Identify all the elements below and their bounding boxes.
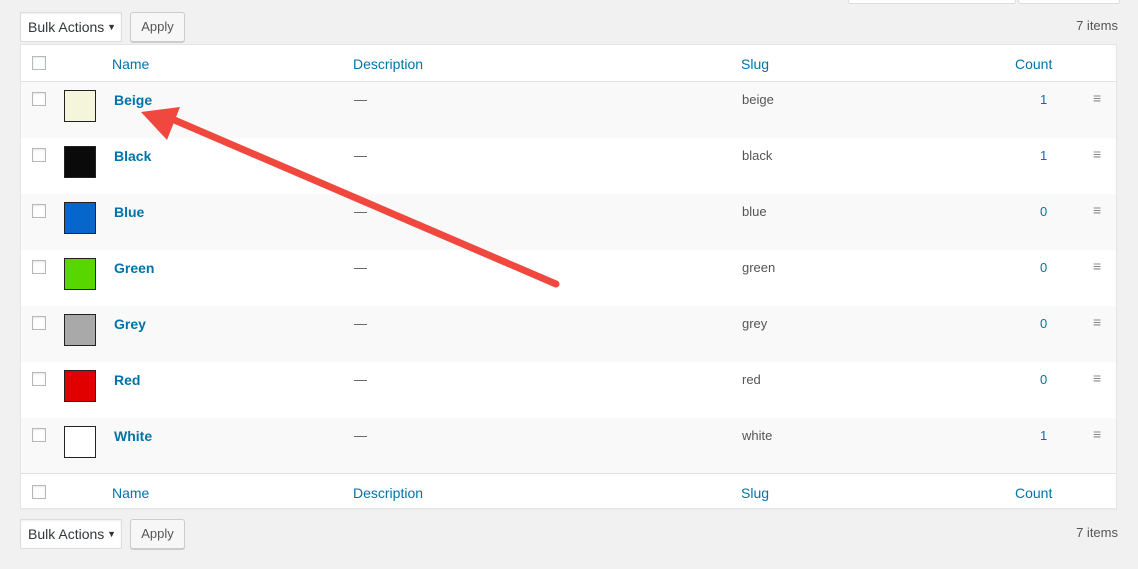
tablenav-top: Bulk Actions ▼ Apply 7 items (20, 12, 1118, 44)
select-all-checkbox-footer[interactable] (32, 485, 46, 499)
bulk-actions-label: Bulk Actions (28, 19, 105, 35)
column-header-slug[interactable]: Slug (741, 56, 769, 72)
term-slug: red (742, 372, 761, 387)
term-name-link[interactable]: Blue (114, 204, 144, 220)
term-description: — (354, 372, 367, 387)
table-footer: Name Description Slug Count (21, 473, 1116, 510)
hamburger-icon[interactable]: ≡ (1093, 258, 1101, 274)
row-checkbox[interactable] (32, 148, 46, 162)
term-count-link[interactable]: 1 (1040, 148, 1047, 163)
hamburger-icon[interactable]: ≡ (1093, 146, 1101, 162)
term-description: — (354, 148, 367, 163)
tablenav-bottom: Bulk Actions ▼ Apply 7 items (20, 519, 1118, 551)
term-description: — (354, 260, 367, 275)
term-count-link[interactable]: 1 (1040, 92, 1047, 107)
bulk-actions-label: Bulk Actions (28, 526, 105, 542)
term-slug: white (742, 428, 773, 443)
table-row: White — white 1 ≡ (21, 418, 1116, 474)
item-count: 7 items (1076, 18, 1118, 33)
term-count-link[interactable]: 0 (1040, 260, 1047, 275)
column-footer-slug[interactable]: Slug (741, 485, 769, 501)
caret-down-icon: ▼ (107, 22, 116, 32)
apply-button-bottom[interactable]: Apply (130, 519, 185, 549)
hamburger-icon[interactable]: ≡ (1093, 426, 1101, 442)
term-count-link[interactable]: 0 (1040, 316, 1047, 331)
term-name-link[interactable]: Red (114, 372, 140, 388)
top-partial-button (1018, 0, 1120, 4)
hamburger-icon[interactable]: ≡ (1093, 370, 1101, 386)
term-slug: grey (742, 316, 768, 331)
apply-button[interactable]: Apply (130, 12, 185, 42)
column-footer-name[interactable]: Name (112, 485, 149, 501)
table-row: Black — black 1 ≡ (21, 138, 1116, 194)
caret-down-icon: ▼ (107, 529, 116, 539)
hamburger-icon[interactable]: ≡ (1093, 314, 1101, 330)
table-row: Beige — beige 1 ≡ (21, 82, 1116, 138)
color-swatch (64, 90, 96, 122)
color-swatch (64, 426, 96, 458)
column-footer-description[interactable]: Description (353, 485, 423, 501)
hamburger-icon[interactable]: ≡ (1093, 202, 1101, 218)
color-swatch (64, 258, 96, 290)
row-checkbox[interactable] (32, 428, 46, 442)
column-footer-count[interactable]: Count (1015, 485, 1052, 501)
term-name-link[interactable]: Green (114, 260, 154, 276)
term-slug: beige (742, 92, 774, 107)
term-count-link[interactable]: 0 (1040, 372, 1047, 387)
term-description: — (354, 92, 367, 107)
term-description: — (354, 316, 367, 331)
table-header: Name Description Slug Count (21, 45, 1116, 82)
table-row: Blue — blue 0 ≡ (21, 194, 1116, 250)
select-all-checkbox[interactable] (32, 56, 46, 70)
term-description: — (354, 428, 367, 443)
table-row: Grey — grey 0 ≡ (21, 306, 1116, 362)
term-slug: blue (742, 204, 767, 219)
term-name-link[interactable]: White (114, 428, 152, 444)
terms-table: Name Description Slug Count Beige — beig… (20, 44, 1117, 509)
column-header-count[interactable]: Count (1015, 56, 1052, 72)
term-name-link[interactable]: Beige (114, 92, 152, 108)
color-swatch (64, 202, 96, 234)
color-swatch (64, 314, 96, 346)
term-count-link[interactable]: 0 (1040, 204, 1047, 219)
term-description: — (354, 204, 367, 219)
row-checkbox[interactable] (32, 260, 46, 274)
term-count-link[interactable]: 1 (1040, 428, 1047, 443)
item-count-bottom: 7 items (1076, 525, 1118, 540)
top-partial-control (848, 0, 1016, 4)
bulk-actions-select-bottom[interactable]: Bulk Actions ▼ (20, 519, 122, 549)
row-checkbox[interactable] (32, 204, 46, 218)
row-checkbox[interactable] (32, 316, 46, 330)
term-slug: green (742, 260, 776, 275)
term-slug: black (742, 148, 773, 163)
row-checkbox[interactable] (32, 372, 46, 386)
bulk-actions-select[interactable]: Bulk Actions ▼ (20, 12, 122, 42)
color-swatch (64, 146, 96, 178)
row-checkbox[interactable] (32, 92, 46, 106)
hamburger-icon[interactable]: ≡ (1093, 90, 1101, 106)
term-name-link[interactable]: Black (114, 148, 151, 164)
column-header-description[interactable]: Description (353, 56, 423, 72)
term-name-link[interactable]: Grey (114, 316, 146, 332)
column-header-name[interactable]: Name (112, 56, 149, 72)
table-row: Red — red 0 ≡ (21, 362, 1116, 418)
table-row: Green — green 0 ≡ (21, 250, 1116, 306)
color-swatch (64, 370, 96, 402)
